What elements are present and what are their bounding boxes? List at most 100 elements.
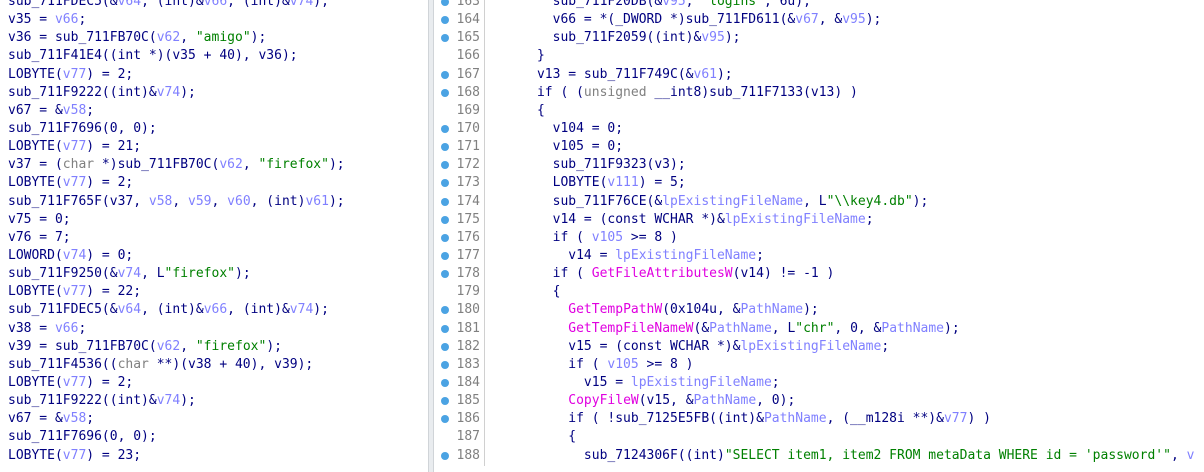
code-line[interactable]: 163 sub_711F20DB(&v95, "logins", 6u); [434,0,1204,12]
breakpoint-dot-icon[interactable] [441,270,449,279]
code-line[interactable]: 167 v13 = sub_711F749C(&v61); [434,65,1204,85]
decompiled-code-pane-left[interactable]: sub_711FDEC5(&v64, (int)&v66, (int)&v74)… [0,0,428,472]
code-line[interactable]: v36 = sub_711FB70C(v62, "amigo"); [0,29,428,47]
line-gutter[interactable]: 181 [434,319,486,339]
line-gutter[interactable]: 180 [434,301,486,321]
breakpoint-dot-icon[interactable] [441,378,449,387]
code-line[interactable]: v39 = sub_711FB70C(v62, "firefox"); [0,338,428,356]
line-gutter[interactable]: 172 [434,156,486,176]
line-gutter[interactable]: 185 [434,392,486,412]
line-gutter[interactable]: 173 [434,174,486,194]
decompiled-code-pane-right[interactable]: 163 sub_711F20DB(&v95, "logins", 6u); 164… [434,0,1204,472]
code-line[interactable]: LOBYTE(v77) = 22; [0,283,428,301]
code-line[interactable]: 178 if ( GetFileAttributesW(v14) != -1 ) [434,265,1204,285]
code-line[interactable]: 186 if ( !sub_7125E5FB((int)&PathName, (… [434,410,1204,430]
code-line[interactable]: v37 = (char *)sub_711FB70C(v62, "firefox… [0,156,428,174]
line-gutter[interactable]: 167 [434,65,486,85]
code-line[interactable]: sub_711F4536((char **)(v38 + 40), v39); [0,356,428,374]
code-line[interactable]: v75 = 0; [0,211,428,229]
breakpoint-dot-icon[interactable] [441,342,449,351]
code-line[interactable]: LOBYTE(v77) = 2; [0,174,428,192]
line-gutter[interactable]: 182 [434,337,486,357]
code-line[interactable]: 175 v14 = (const WCHAR *)&lpExistingFile… [434,210,1204,230]
code-line[interactable]: sub_711F9250(&v74, L"firefox"); [0,265,428,283]
code-line[interactable]: 173 LOBYTE(v111) = 5; [434,174,1204,194]
breakpoint-dot-icon[interactable] [441,161,449,170]
line-gutter[interactable]: 165 [434,29,486,49]
line-gutter[interactable]: 177 [434,246,486,266]
code-line[interactable]: LOBYTE(v77) = 23; [0,447,428,465]
line-gutter[interactable]: 163 [434,0,486,12]
line-gutter[interactable]: 171 [434,138,486,158]
code-line[interactable]: v35 = v66; [0,11,428,29]
line-gutter[interactable]: 164 [434,11,486,31]
code-line[interactable]: sub_711F7696(0, 0); [0,120,428,138]
breakpoint-dot-icon[interactable] [441,324,449,333]
line-gutter[interactable]: 168 [434,83,486,103]
code-line[interactable]: sub_711FDEC5(&v64, (int)&v66, (int)&v74)… [0,0,428,11]
code-line[interactable]: 172 sub_711F9323(v3); [434,156,1204,176]
code-line[interactable]: v67 = &v58; [0,102,428,120]
code-line[interactable]: LOBYTE(v77) = 2; [0,66,428,84]
breakpoint-dot-icon[interactable] [441,88,449,97]
line-gutter[interactable]: 179 [434,283,486,303]
code-line[interactable]: 176 if ( v105 >= 8 ) [434,228,1204,248]
breakpoint-dot-icon[interactable] [441,251,449,260]
code-line[interactable]: v67 = &v58; [0,410,428,428]
line-gutter[interactable]: 178 [434,265,486,285]
line-gutter[interactable]: 184 [434,373,486,393]
breakpoint-dot-icon[interactable] [441,306,449,315]
code-line[interactable]: v76 = 7; [0,229,428,247]
code-line[interactable]: 179 { [434,283,1204,303]
code-line[interactable]: LOBYTE(v77) = 21; [0,138,428,156]
code-line[interactable]: sub_711F765F(v37, v58, v59, v60, (int)v6… [0,193,428,211]
code-line[interactable]: 180 GetTempPathW(0x104u, &PathName); [434,301,1204,321]
code-line[interactable]: 165 sub_711F2059((int)&v95); [434,29,1204,49]
line-gutter[interactable]: 174 [434,192,486,212]
breakpoint-dot-icon[interactable] [441,70,449,79]
breakpoint-dot-icon[interactable] [441,179,449,188]
breakpoint-dot-icon[interactable] [441,415,449,424]
line-gutter[interactable]: 186 [434,410,486,430]
code-line[interactable]: 171 v105 = 0; [434,138,1204,158]
code-line[interactable]: sub_711F9222((int)&v74); [0,392,428,410]
code-line[interactable]: 169 { [434,101,1204,121]
code-line[interactable]: 177 v14 = lpExistingFileName; [434,246,1204,266]
code-line[interactable]: 184 v15 = lpExistingFileName; [434,373,1204,393]
line-gutter[interactable]: 169 [434,101,486,121]
breakpoint-dot-icon[interactable] [441,197,449,206]
breakpoint-dot-icon[interactable] [441,360,449,369]
code-line[interactable]: 181 GetTempFileNameW(&PathName, L"chr", … [434,319,1204,339]
code-line[interactable]: 168 if ( (unsigned __int8)sub_711F7133(v… [434,83,1204,103]
code-line[interactable]: 183 if ( v105 >= 8 ) [434,355,1204,375]
breakpoint-dot-icon[interactable] [441,397,449,406]
line-gutter[interactable]: 175 [434,210,486,230]
line-gutter[interactable]: 183 [434,355,486,375]
line-gutter[interactable]: 166 [434,47,486,67]
breakpoint-dot-icon[interactable] [441,124,449,133]
code-line[interactable]: 166 } [434,47,1204,67]
line-gutter[interactable]: 188 [434,446,486,466]
code-line[interactable]: sub_711F7696(0, 0); [0,428,428,446]
code-line[interactable]: 174 sub_711F76CE(&lpExistingFileName, L"… [434,192,1204,212]
code-line[interactable]: v38 = v66; [0,320,428,338]
breakpoint-dot-icon[interactable] [441,451,449,460]
line-gutter[interactable]: 176 [434,228,486,248]
code-line[interactable]: LOBYTE(v77) = 2; [0,374,428,392]
code-line[interactable]: 185 CopyFileW(v15, &PathName, 0); [434,392,1204,412]
code-line[interactable]: sub_711F9222((int)&v74); [0,84,428,102]
code-line[interactable]: 170 v104 = 0; [434,119,1204,139]
breakpoint-dot-icon[interactable] [441,215,449,224]
line-gutter[interactable]: 187 [434,428,486,448]
line-gutter[interactable]: 170 [434,119,486,139]
code-line[interactable]: 187 { [434,428,1204,448]
code-line[interactable]: sub_711FDEC5(&v64, (int)&v66, (int)&v74)… [0,301,428,319]
breakpoint-dot-icon[interactable] [441,0,449,6]
code-line[interactable]: LOWORD(v74) = 0; [0,247,428,265]
breakpoint-dot-icon[interactable] [441,143,449,152]
code-line[interactable]: 182 v15 = (const WCHAR *)&lpExistingFile… [434,337,1204,357]
code-line[interactable]: 164 v66 = *(_DWORD *)sub_711FD611(&v67, … [434,11,1204,31]
breakpoint-dot-icon[interactable] [441,34,449,43]
breakpoint-dot-icon[interactable] [441,16,449,25]
breakpoint-dot-icon[interactable] [441,233,449,242]
